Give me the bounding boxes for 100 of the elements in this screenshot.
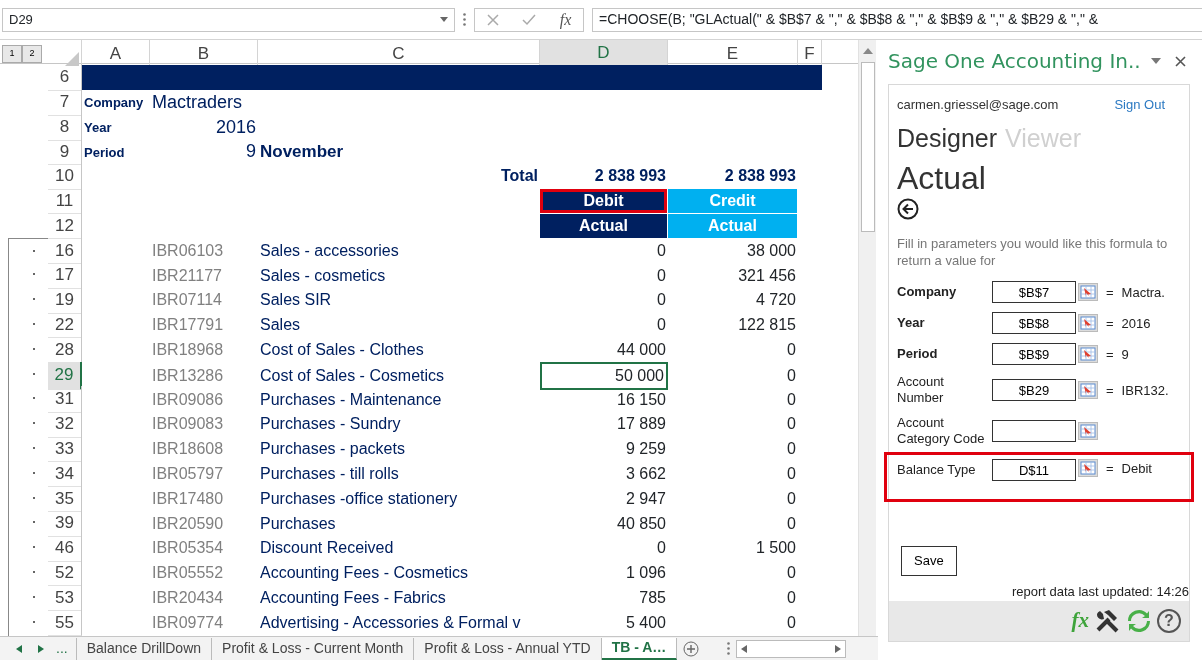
- cell-value[interactable]: 0: [657, 288, 666, 313]
- cell-value[interactable]: Cost of Sales - Clothes: [260, 338, 424, 362]
- back-icon[interactable]: [897, 197, 919, 220]
- cell-value[interactable]: 0: [787, 338, 796, 362]
- cell-value[interactable]: Sales: [260, 313, 301, 338]
- cell-value[interactable]: IBR07114: [152, 288, 222, 313]
- refresh-icon[interactable]: [1127, 609, 1151, 633]
- cell-value[interactable]: Accounting Fees - Cosmetics: [260, 561, 469, 586]
- row-header[interactable]: 19: [48, 287, 82, 314]
- cell-picker-icon[interactable]: [1078, 381, 1098, 400]
- parameter-field[interactable]: $B29: [992, 379, 1076, 402]
- row-header[interactable]: 34: [48, 460, 82, 488]
- cell-value[interactable]: 3 662: [625, 462, 666, 486]
- cell-value[interactable]: 2 838 993: [594, 164, 666, 189]
- cell-value[interactable]: Total: [500, 164, 538, 189]
- cell-value[interactable]: Sales SIR: [260, 288, 332, 313]
- row-header[interactable]: 35: [48, 485, 82, 513]
- header-cell[interactable]: Debit: [540, 189, 667, 214]
- sheet-tab[interactable]: Profit & Loss - Current Month: [212, 637, 415, 660]
- row-header[interactable]: 12: [48, 212, 82, 240]
- horizontal-scrollbar[interactable]: [736, 639, 847, 658]
- cell-label[interactable]: Year: [84, 118, 112, 138]
- row-header[interactable]: 32: [48, 411, 82, 438]
- cell-value[interactable]: Purchases - Maintenance: [260, 387, 442, 412]
- cell-value[interactable]: 40 850: [617, 511, 666, 536]
- row-header[interactable]: 31: [48, 386, 82, 413]
- cell-value[interactable]: 0: [787, 610, 796, 635]
- next-sheet-icon[interactable]: [38, 644, 44, 653]
- outline-level-button[interactable]: 1: [2, 44, 22, 63]
- parameter-field[interactable]: D$11: [992, 459, 1076, 482]
- column-header[interactable]: D: [540, 40, 668, 68]
- cell-picker-icon[interactable]: [1078, 459, 1098, 478]
- vertical-scrollbar[interactable]: [858, 40, 876, 636]
- cell-value[interactable]: 0: [657, 536, 666, 561]
- sheet-tab[interactable]: ...: [56, 637, 77, 660]
- cell-value[interactable]: 0: [787, 462, 796, 486]
- cell-value[interactable]: IBR17480: [152, 486, 224, 511]
- row-header[interactable]: 16: [48, 237, 82, 265]
- cell-value[interactable]: 9: [246, 138, 256, 166]
- formula-field[interactable]: =CHOOSE(B; "GLActual(" & $B$7 & "," & $B$8 & "," & $B$9 & "," & $B29 & "," &: [592, 7, 1202, 32]
- row-header[interactable]: 46: [48, 535, 82, 562]
- save-button[interactable]: Save: [901, 546, 957, 576]
- scroll-up-icon[interactable]: [862, 48, 873, 54]
- cell-value[interactable]: IBR09083: [152, 412, 224, 437]
- cell-value[interactable]: 0: [787, 561, 796, 586]
- cell-value[interactable]: Purchases: [260, 511, 336, 536]
- cell-value[interactable]: 2 838 993: [724, 164, 796, 189]
- cell-value[interactable]: IBR17791: [152, 313, 224, 338]
- scroll-right-icon[interactable]: [835, 644, 842, 653]
- cell-value[interactable]: 321 456: [738, 263, 796, 288]
- cell-value[interactable]: 2 947: [625, 486, 666, 511]
- parameter-field[interactable]: [992, 420, 1076, 443]
- cell-value[interactable]: 0: [657, 313, 666, 338]
- cell-value[interactable]: November: [260, 139, 344, 165]
- previous-sheet-icon[interactable]: [16, 644, 22, 653]
- row-header[interactable]: 9: [48, 138, 82, 166]
- add-sheet-icon[interactable]: [683, 640, 700, 657]
- cell-value[interactable]: Purchases - till rolls: [260, 462, 399, 486]
- cell-value[interactable]: 5 400: [625, 610, 666, 635]
- cell-value[interactable]: 16 150: [617, 387, 666, 412]
- cell-value[interactable]: Cost of Sales - Cosmetics: [260, 363, 445, 388]
- cell-value[interactable]: 0: [787, 437, 796, 462]
- cell-value[interactable]: Purchases - packets: [260, 437, 405, 462]
- parameter-field[interactable]: $B$9: [992, 343, 1076, 366]
- cell-value[interactable]: 38 000: [747, 238, 796, 263]
- caret-icon[interactable]: [1150, 58, 1161, 64]
- mode-tab[interactable]: Designer: [897, 122, 998, 153]
- row-header[interactable]: 52: [48, 559, 82, 587]
- cell-value[interactable]: 17 889: [617, 412, 666, 437]
- outline-level-button[interactable]: 2: [22, 44, 42, 63]
- cell-label[interactable]: Company: [84, 93, 144, 113]
- cell-value[interactable]: 122 815: [738, 313, 796, 338]
- sign-out-link[interactable]: Sign Out: [1114, 95, 1165, 115]
- cell-value[interactable]: 4 720: [755, 288, 796, 313]
- cell-value[interactable]: 0: [787, 363, 796, 388]
- cell-value[interactable]: Mactraders: [152, 88, 243, 116]
- row-header[interactable]: 10: [48, 163, 82, 190]
- caret-icon[interactable]: [440, 17, 448, 22]
- cell-value[interactable]: IBR09086: [152, 387, 224, 412]
- cell-value[interactable]: IBR05797: [152, 462, 224, 486]
- cell-value[interactable]: IBR20434: [152, 586, 224, 610]
- cell-value[interactable]: IBR06103: [152, 238, 224, 263]
- cell-picker-icon[interactable]: [1078, 345, 1098, 364]
- insert-function-button[interactable]: fx: [559, 11, 572, 28]
- row-header[interactable]: 53: [48, 584, 82, 612]
- row-header[interactable]: 33: [48, 435, 82, 463]
- cell-value[interactable]: 1 096: [625, 561, 666, 586]
- cell-value[interactable]: Sales - accessories: [260, 238, 399, 263]
- scroll-thumb[interactable]: [860, 62, 875, 232]
- row-header[interactable]: 17: [48, 262, 82, 289]
- close-icon[interactable]: [1175, 55, 1186, 67]
- cell-value[interactable]: Purchases - Sundry: [260, 412, 401, 437]
- cell-value[interactable]: Sales - cosmetics: [260, 263, 386, 288]
- cancel-icon[interactable]: [486, 13, 499, 26]
- cell-value[interactable]: Purchases -office stationery: [260, 486, 458, 511]
- sheet-tab[interactable]: Profit & Loss - Annual YTD: [414, 637, 602, 660]
- row-header[interactable]: 39: [48, 510, 82, 537]
- cell-value[interactable]: IBR18968: [152, 338, 224, 362]
- cell-value[interactable]: IBR18608: [152, 437, 224, 462]
- cell-value[interactable]: 9 259: [625, 437, 666, 462]
